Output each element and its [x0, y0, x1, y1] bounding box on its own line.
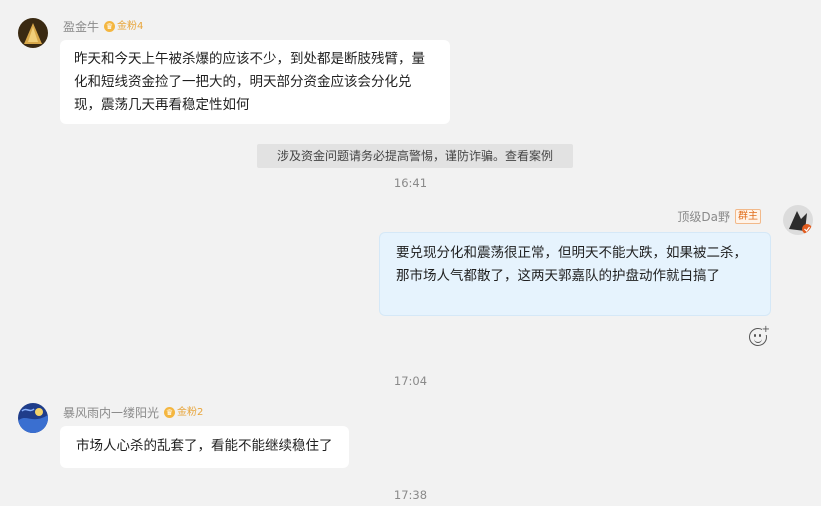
message-text: 要兑现分化和震荡很正常，但明天不能大跌，如果被二杀，那市场人气都散了，这两天郭嘉…	[396, 245, 747, 284]
sender-row: 盈金牛 ♛ 金粉4	[63, 18, 143, 35]
message-bubble[interactable]: 要兑现分化和震荡很正常，但明天不能大跌，如果被二杀，那市场人气都散了，这两天郭嘉…	[379, 232, 771, 316]
timestamp: 17:38	[393, 488, 428, 502]
group-owner-badge: 群主	[735, 209, 761, 224]
sender-row: 顶级Da野 群主	[677, 208, 761, 225]
message-bubble[interactable]: 昨天和今天上午被杀爆的应该不少，到处都是断肢残臂，量化和短线资金捡了一把大的，明…	[60, 40, 450, 124]
timestamp: 17:04	[393, 374, 428, 388]
avatar-yingjinniu[interactable]	[18, 18, 48, 48]
message-text: 昨天和今天上午被杀爆的应该不少，到处都是断肢残臂，量化和短线资金捡了一把大的，明…	[74, 51, 425, 113]
sender-name[interactable]: 盈金牛	[63, 18, 99, 35]
avatar-baofengyu[interactable]	[18, 403, 48, 433]
fan-badge: ♛ 金粉4	[104, 20, 144, 32]
sender-name[interactable]: 顶级Da野	[677, 208, 730, 225]
message-bubble[interactable]: 市场人心杀的乱套了，看能不能继续稳住了	[60, 426, 349, 468]
view-cases-link[interactable]: 查看案例	[505, 149, 553, 163]
sender-row: 暴风雨内一缕阳光 ♛ 金粉2	[63, 404, 203, 421]
timestamp: 16:41	[393, 176, 428, 190]
crown-icon: ♛	[104, 21, 116, 32]
notice-text: 涉及资金问题请务必提高警惕，谨防诈骗。	[276, 149, 505, 163]
message-text: 市场人心杀的乱套了，看能不能继续稳住了	[76, 438, 333, 454]
crown-icon: ♛	[164, 407, 176, 418]
avatar-dingjidaye[interactable]	[783, 205, 813, 235]
emoji-plus-icon[interactable]: +	[749, 325, 770, 346]
sender-name[interactable]: 暴风雨内一缕阳光	[63, 404, 159, 421]
security-notice: 涉及资金问题请务必提高警惕，谨防诈骗。查看案例	[257, 144, 573, 168]
fan-badge: ♛ 金粉2	[164, 406, 204, 418]
